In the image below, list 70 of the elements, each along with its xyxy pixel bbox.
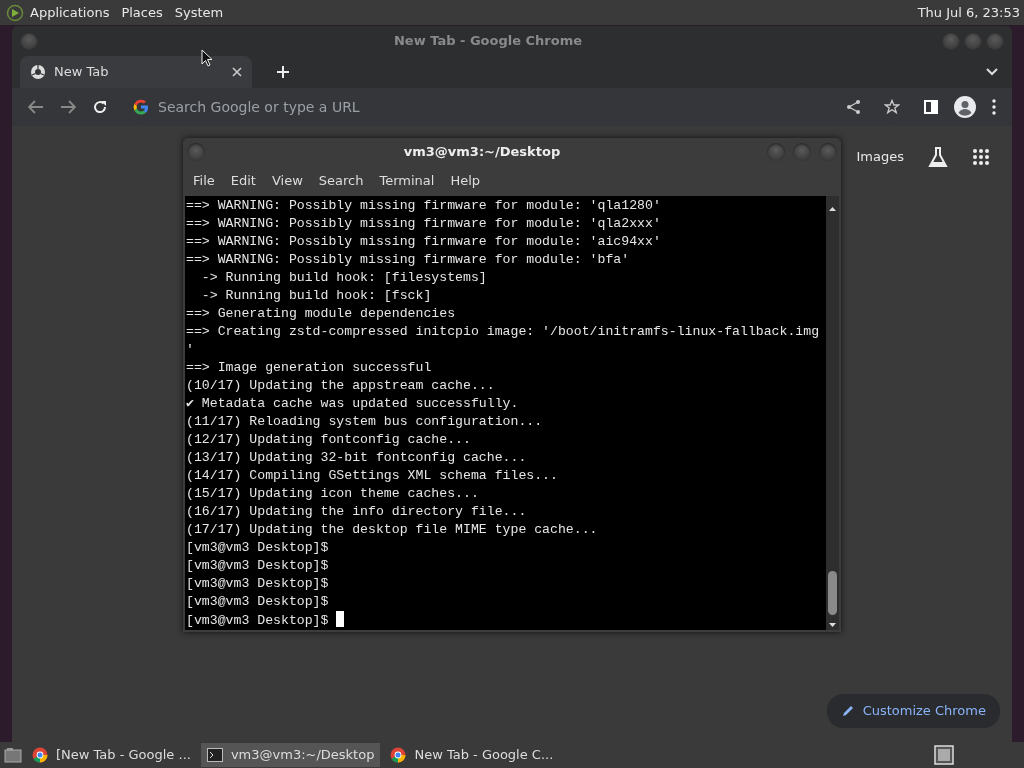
logo-icon[interactable]: [6, 3, 24, 22]
browser-tab[interactable]: New Tab: [20, 56, 252, 88]
terminal-menu-item[interactable]: Edit: [230, 171, 256, 191]
panel-menu[interactable]: System: [168, 2, 230, 23]
panel-menu[interactable]: Applications: [24, 2, 116, 23]
text-cursor: [336, 611, 345, 627]
panel-menu[interactable]: Places: [115, 2, 169, 23]
terminal-menu-item[interactable]: Terminal: [379, 171, 435, 191]
chrome-icon: [390, 747, 407, 763]
window-title: New Tab - Google Chrome: [393, 33, 583, 49]
terminal-icon: [206, 748, 223, 762]
avatar-icon[interactable]: [954, 96, 976, 118]
terminal-line: (14/17) Compiling GSettings XML schema files...: [186, 468, 558, 483]
terminal-line: (13/17) Updating 32-bit fontconfig cache...: [186, 450, 527, 465]
terminal-line: ==> WARNING: Possibly missing firmware for module: 'qla1280': [186, 198, 661, 213]
terminal-line: (10/17) Updating the appstream cache...: [186, 378, 495, 393]
terminal-menu-item[interactable]: Help: [450, 171, 481, 191]
mouse-pointer-icon: [201, 49, 213, 67]
terminal-line: (16/17) Updating the info directory file...: [186, 504, 527, 519]
side-panel-icon[interactable]: [924, 100, 938, 114]
customize-chrome-button[interactable]: Customize Chrome: [826, 694, 1000, 728]
taskbar-item[interactable]: New Tab - Google C...: [384, 743, 560, 767]
scroll-down-icon: [826, 620, 839, 630]
terminal-line: -> Running build hook: [fsck]: [200, 288, 432, 303]
back-arrow-icon[interactable]: [28, 100, 44, 114]
star-icon[interactable]: [884, 99, 900, 115]
address-placeholder: Search Google or type a URL: [158, 97, 361, 117]
terminal-line: (15/17) Updating icon theme caches...: [186, 486, 479, 501]
chevron-down-icon[interactable]: [986, 68, 998, 76]
chrome-icon: [32, 747, 48, 763]
terminal-line: ✔ Metadata cache was updated successfully.: [186, 396, 519, 411]
terminal-line: (11/17) Reloading system bus configuration...: [186, 414, 543, 429]
terminal-line: [vm3@vm3 Desktop]$: [186, 613, 330, 628]
google-icon: [132, 98, 150, 116]
more-menu-icon[interactable]: [992, 99, 996, 115]
terminal-line: [vm3@vm3 Desktop]$: [186, 576, 329, 591]
flask-icon[interactable]: [928, 146, 948, 168]
workspace-icon[interactable]: [934, 745, 954, 765]
forward-arrow-icon[interactable]: [60, 100, 76, 114]
taskbar-item[interactable]: vm3@vm3:~/Desktop: [200, 743, 381, 767]
terminal-line: -> Running build hook: [filesystems]: [200, 270, 487, 285]
terminal-line: ': [186, 342, 194, 357]
images-link[interactable]: Images: [856, 147, 904, 167]
scrollbar-thumb[interactable]: [828, 571, 837, 615]
taskbar-item[interactable]: [New Tab - Google ...: [26, 743, 197, 767]
terminal-line: [vm3@vm3 Desktop]$: [186, 540, 329, 555]
close-icon[interactable]: [232, 67, 242, 77]
terminal-menu-item[interactable]: File: [191, 171, 215, 191]
terminal-line: (12/17) Updating fontconfig cache...: [186, 432, 471, 447]
tab-label: New Tab: [54, 63, 109, 82]
terminal-line: [vm3@vm3 Desktop]$: [186, 594, 329, 609]
window-title: vm3@vm3:~/Desktop: [403, 144, 561, 160]
pencil-icon: [840, 704, 855, 718]
terminal-line: ==> WARNING: Possibly missing firmware for module: 'qla2xxx': [186, 216, 661, 231]
reload-icon[interactable]: [92, 99, 108, 115]
terminal-menu-item[interactable]: Search: [318, 171, 364, 191]
terminal-menu-item[interactable]: View: [271, 171, 303, 191]
terminal-line: ==> Generating module dependencies: [186, 306, 456, 321]
panel-clock: Thu Jul 6, 23:53: [917, 3, 1021, 22]
chrome-icon: [30, 64, 46, 80]
plus-icon[interactable]: [276, 65, 290, 79]
terminal-line: ==> Image generation successful: [186, 360, 432, 375]
terminal-line: (17/17) Updating the desktop file MIME type cache...: [186, 522, 598, 537]
terminal-line: [vm3@vm3 Desktop]$: [186, 558, 329, 573]
terminal-line: ==> Creating zstd-compressed initcpio image: '/boot/initramfs-linux-fallback.img: [186, 324, 820, 339]
terminal-line: ==> WARNING: Possibly missing firmware for module: 'aic94xx': [186, 234, 661, 249]
share-icon[interactable]: [846, 99, 862, 115]
scrollbar[interactable]: [826, 196, 839, 630]
terminal-line: ==> WARNING: Possibly missing firmware for module: 'bfa': [186, 252, 630, 267]
apps-grid-icon[interactable]: [972, 148, 990, 166]
